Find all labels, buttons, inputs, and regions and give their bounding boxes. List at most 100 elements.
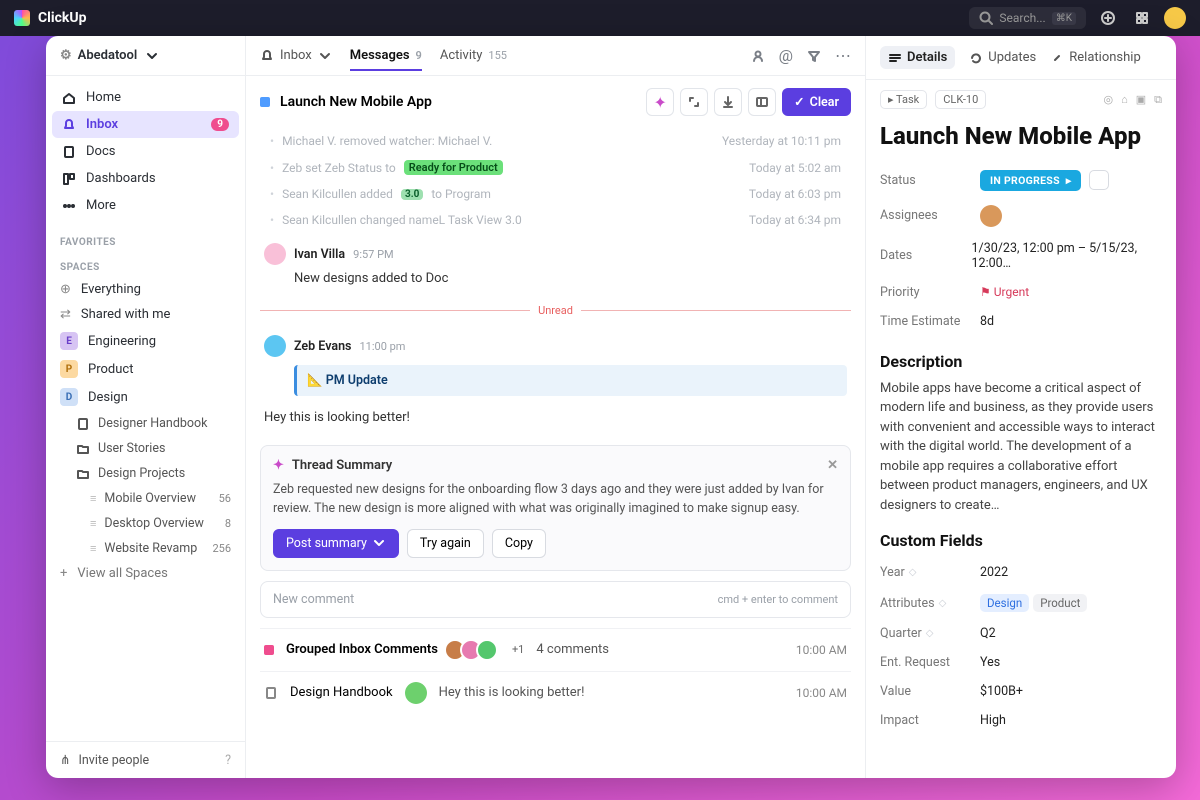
space-label: Shared with me [81,307,171,322]
bell-icon [260,49,274,63]
message-body: New designs added to Doc [264,265,847,286]
crumb-id[interactable]: CLK-10 [935,90,986,109]
nav-label: Dashboards [86,171,156,186]
space-design[interactable]: DDesign [46,383,245,411]
copy-button[interactable]: Copy [492,529,546,558]
task-title[interactable]: Launch New Mobile App [280,94,432,110]
doc-row[interactable]: Design Handbook Hey this is looking bett… [260,671,851,714]
log-time: Today at 5:02 am [749,161,841,175]
design-child[interactable]: Design Projects [46,461,245,486]
sidebar-item-more[interactable]: More [52,192,239,219]
close-icon[interactable]: ✕ [827,458,838,473]
app-logo-icon [14,10,30,26]
field-icon: ◇ [939,598,947,609]
space-engineering[interactable]: EEngineering [46,327,245,355]
inbox-dropdown[interactable]: Inbox [260,48,332,63]
attribute-chip[interactable]: Product [1033,594,1087,612]
sparkle-icon: ✦ [273,458,284,473]
cf-value[interactable]: $100B+ [980,684,1023,699]
cf-value[interactable]: Yes [980,655,1000,670]
assignee-avatar[interactable] [980,205,1002,227]
image-icon[interactable]: ▣ [1136,93,1146,106]
list-icon: ≡ [90,492,96,505]
cf-value[interactable]: Q2 [980,626,996,641]
project-child[interactable]: ≡Desktop Overview8 [46,511,245,536]
link-icon[interactable]: ⧉ [1154,93,1162,107]
view-all-spaces[interactable]: +View all Spaces [46,561,245,586]
clear-button[interactable]: ✓Clear [782,88,851,116]
link-icon [1050,51,1064,65]
new-comment-input[interactable]: New comment cmd + enter to comment [260,581,851,618]
comment-count: 4 comments [536,642,609,657]
post-summary-button[interactable]: Post summary [273,529,399,558]
panel-button[interactable] [748,88,776,116]
tab-details[interactable]: Details [880,46,955,69]
subitem-label: Designer Handbook [98,416,208,431]
tab-updates[interactable]: Updates [969,50,1036,65]
doc-preview: Hey this is looking better! [439,685,585,700]
invite-people[interactable]: Invite people [78,753,149,768]
priority-value[interactable]: ⚑Urgent [980,285,1029,299]
tab-label: Activity [440,48,483,63]
panel-icon [755,95,769,109]
tab-label: Relationship [1069,50,1140,65]
description-text[interactable]: Mobile apps have become a critical aspec… [866,379,1176,516]
try-again-button[interactable]: Try again [407,529,484,558]
details-panel: Details Updates Relationship ▸ Task CLK-… [866,36,1176,778]
project-child[interactable]: ≡Website Revamp256 [46,536,245,561]
global-search[interactable]: Search... ⌘K [969,7,1086,29]
workspace-icon: ⚙ [60,48,72,63]
space-everything[interactable]: ⊕Everything [46,277,245,302]
cf-value[interactable]: High [980,713,1006,728]
help-icon[interactable]: ? [225,753,231,768]
space-label: View all Spaces [77,566,167,581]
unread-separator: Unread [260,304,851,317]
author-name: Ivan Villa [294,247,345,262]
crumb-task[interactable]: ▸ Task [880,90,927,109]
message-time: 9:57 PM [353,248,393,261]
space-product[interactable]: PProduct [46,355,245,383]
new-button[interactable] [1096,6,1120,30]
target-icon[interactable]: ◎ [1103,93,1113,106]
chevron-down-icon [318,49,332,63]
project-child[interactable]: ≡Mobile Overview56 [46,486,245,511]
search-icon [979,11,993,25]
design-child[interactable]: User Stories [46,436,245,461]
apps-button[interactable] [1130,6,1154,30]
tab-activity[interactable]: Activity155 [440,48,507,63]
workspace-switcher[interactable]: ⚙ Abedatool [46,36,245,76]
sidebar-item-inbox[interactable]: Inbox9 [52,111,239,138]
detail-title: Launch New Mobile App [866,119,1176,163]
sidebar-item-home[interactable]: Home [52,84,239,111]
summary-text: Zeb requested new designs for the onboar… [273,481,838,519]
design-child[interactable]: Designer Handbook [46,411,245,436]
complete-checkbox[interactable] [1089,170,1109,190]
space-avatar: P [60,360,78,378]
time-value[interactable]: 8d [980,314,994,329]
ai-button[interactable]: ✦ [646,88,674,116]
mention-icon[interactable]: @ [779,46,793,65]
tab-relationship[interactable]: Relationship [1050,50,1140,65]
lines-icon [888,51,902,65]
tag-icon[interactable]: ⌂ [1121,93,1128,106]
doc-time: 10:00 AM [796,686,847,700]
more-icon[interactable]: ⋯ [835,46,851,65]
sidebar-item-dashboards[interactable]: Dashboards [52,165,239,192]
user-avatar[interactable] [1164,7,1186,29]
cf-label: Attributes [880,596,935,611]
sidebar-item-docs[interactable]: Docs [52,138,239,165]
grouped-comments-row[interactable]: Grouped Inbox Comments +1 4 comments 10:… [260,628,851,671]
cf-value[interactable]: 2022 [980,565,1008,580]
dates-value[interactable]: 1/30/23, 12:00 pm – 5/15/23, 12:00… [972,241,1162,271]
expand-button[interactable] [680,88,708,116]
attribute-chip[interactable]: Design [980,594,1029,612]
app-brand: ClickUp [38,10,86,26]
status-pill[interactable]: IN PROGRESS▸ [980,170,1081,191]
space-shared[interactable]: ⇄Shared with me [46,302,245,327]
author-name: Zeb Evans [294,339,351,354]
download-button[interactable] [714,88,742,116]
filter-icon[interactable] [807,49,821,63]
task-breadcrumbs: ▸ Task CLK-10 ◎ ⌂ ▣ ⧉ [866,80,1176,119]
tab-messages[interactable]: Messages9 [350,48,422,71]
person-icon[interactable] [751,49,765,63]
